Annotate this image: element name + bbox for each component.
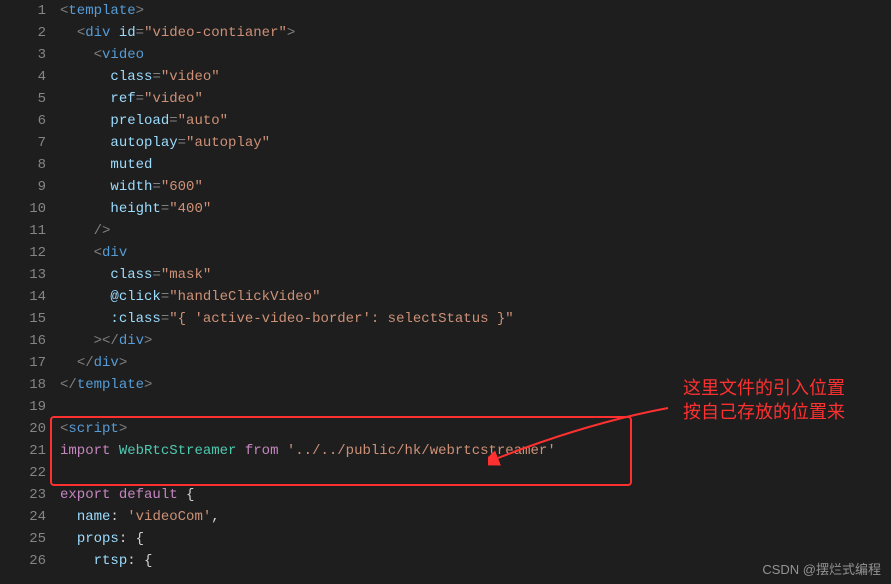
line-number: 4 (0, 66, 46, 88)
line-number: 9 (0, 176, 46, 198)
code-line[interactable]: preload="auto" (60, 110, 891, 132)
line-number: 14 (0, 286, 46, 308)
line-number: 21 (0, 440, 46, 462)
code-line[interactable]: @click="handleClickVideo" (60, 286, 891, 308)
code-line[interactable]: export default { (60, 484, 891, 506)
code-line[interactable]: <video (60, 44, 891, 66)
line-number: 2 (0, 22, 46, 44)
line-number: 10 (0, 198, 46, 220)
code-line[interactable] (60, 462, 891, 484)
code-line[interactable]: <div (60, 242, 891, 264)
line-number: 26 (0, 550, 46, 572)
code-line[interactable]: :class="{ 'active-video-border': selectS… (60, 308, 891, 330)
line-number: 11 (0, 220, 46, 242)
annotation-line: 按自己存放的位置来 (683, 400, 845, 424)
line-number: 1 (0, 0, 46, 22)
line-number: 8 (0, 154, 46, 176)
code-line[interactable]: <div id="video-contianer"> (60, 22, 891, 44)
code-line[interactable]: props: { (60, 528, 891, 550)
code-content[interactable]: <template> <div id="video-contianer"> <v… (60, 0, 891, 584)
line-number: 20 (0, 418, 46, 440)
annotation-line: 这里文件的引入位置 (683, 376, 845, 400)
code-line[interactable]: autoplay="autoplay" (60, 132, 891, 154)
line-number: 19 (0, 396, 46, 418)
line-number: 5 (0, 88, 46, 110)
line-number: 7 (0, 132, 46, 154)
line-number: 12 (0, 242, 46, 264)
code-line[interactable]: class="video" (60, 66, 891, 88)
code-line[interactable]: name: 'videoCom', (60, 506, 891, 528)
code-editor: 1 2 3 4 5 6 7 8 9 10 11 12 13 14 15 16 1… (0, 0, 891, 584)
line-number: 24 (0, 506, 46, 528)
line-number: 25 (0, 528, 46, 550)
code-line[interactable]: ></div> (60, 330, 891, 352)
code-line[interactable]: import WebRtcStreamer from '../../public… (60, 440, 891, 462)
line-number: 15 (0, 308, 46, 330)
line-number: 17 (0, 352, 46, 374)
code-line[interactable]: width="600" (60, 176, 891, 198)
code-line[interactable]: <template> (60, 0, 891, 22)
watermark: CSDN @摆烂式编程 (762, 559, 881, 578)
line-number: 18 (0, 374, 46, 396)
line-number-gutter: 1 2 3 4 5 6 7 8 9 10 11 12 13 14 15 16 1… (0, 0, 60, 584)
code-line[interactable]: ref="video" (60, 88, 891, 110)
line-number: 13 (0, 264, 46, 286)
line-number: 16 (0, 330, 46, 352)
code-line[interactable]: height="400" (60, 198, 891, 220)
line-number: 22 (0, 462, 46, 484)
line-number: 6 (0, 110, 46, 132)
line-number: 23 (0, 484, 46, 506)
annotation-text: 这里文件的引入位置 按自己存放的位置来 (683, 376, 845, 424)
line-number: 3 (0, 44, 46, 66)
code-line[interactable]: class="mask" (60, 264, 891, 286)
code-line[interactable]: /> (60, 220, 891, 242)
code-line[interactable]: muted (60, 154, 891, 176)
code-line[interactable]: </div> (60, 352, 891, 374)
